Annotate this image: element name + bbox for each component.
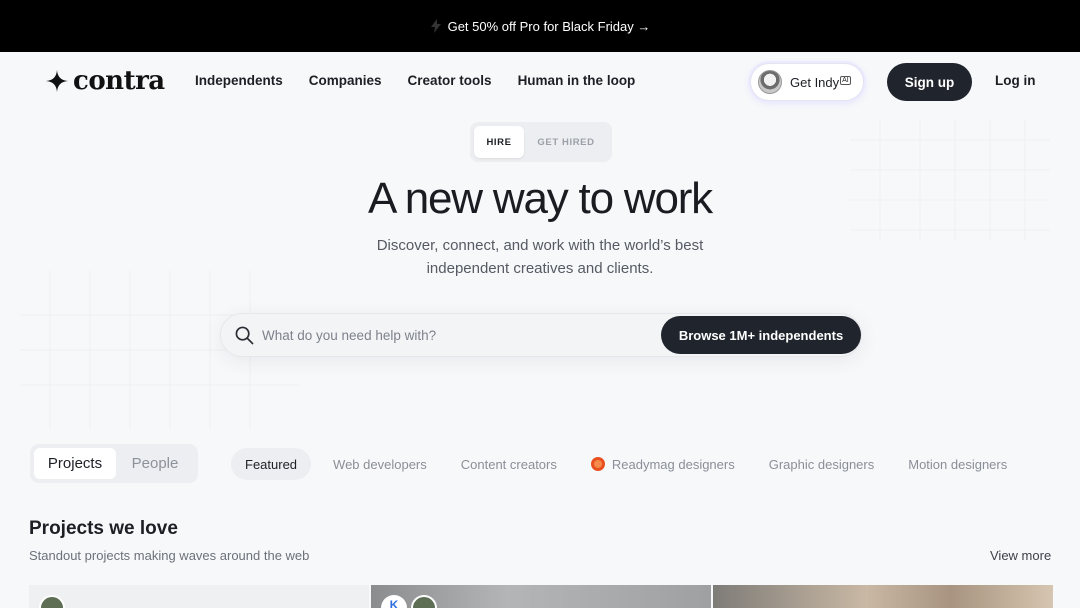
filter-motion-designers[interactable]: Motion designers (894, 448, 1021, 480)
top-navigation: contra Independents Companies Creator to… (0, 52, 1080, 112)
nav-link-companies[interactable]: Companies (309, 73, 382, 88)
sparkle-logo-icon (46, 70, 68, 92)
get-indy-label: Get Indy AI (790, 74, 851, 90)
nav-link-human-in-the-loop[interactable]: Human in the loop (518, 73, 636, 88)
browse-independents-button[interactable]: Browse 1M+ independents (661, 316, 861, 354)
contra-logo[interactable]: contra (46, 68, 165, 94)
nav-links: Independents Companies Creator tools Hum… (195, 73, 635, 88)
hero-subtitle: Discover, connect, and work with the wor… (376, 237, 704, 277)
search-bar: Browse 1M+ independents (220, 313, 862, 357)
lightning-icon (430, 19, 441, 33)
promo-text[interactable]: Get 50% off Pro for Black Friday → (448, 19, 651, 34)
ai-badge: AI (840, 75, 851, 85)
logo-wordmark: contra (73, 66, 165, 96)
filter-web-developers[interactable]: Web developers (319, 448, 441, 480)
readymag-icon (590, 457, 605, 471)
project-card[interactable] (29, 585, 369, 608)
projects-people-toggle: Projects People (30, 444, 198, 483)
nav-link-creator-tools[interactable]: Creator tools (408, 73, 492, 88)
search-input[interactable] (262, 327, 642, 343)
filter-readymag-designers[interactable]: Readymag designers (577, 448, 749, 480)
get-indy-button[interactable]: Get Indy AI (750, 63, 864, 101)
section-title: Projects we love (29, 518, 178, 539)
hire-toggle: HIRE GET HIRED (470, 122, 612, 162)
filter-content-creators[interactable]: Content creators (447, 448, 571, 480)
filter-graphic-designers[interactable]: Graphic designers (755, 448, 889, 480)
search-icon (235, 326, 254, 344)
category-filters: Featured Web developers Content creators… (231, 448, 1021, 480)
promo-banner[interactable]: Get 50% off Pro for Black Friday → (0, 0, 1080, 52)
project-card[interactable]: K (371, 585, 711, 608)
tab-projects[interactable]: Projects (34, 448, 116, 479)
hero-title: A new way to work (368, 174, 713, 223)
view-more-link[interactable]: View more (990, 548, 1051, 563)
creator-avatar[interactable] (39, 595, 65, 608)
tab-people[interactable]: People (116, 448, 194, 479)
nav-link-independents[interactable]: Independents (195, 73, 283, 88)
indy-avatar-icon (758, 70, 782, 94)
log-in-link[interactable]: Log in (995, 73, 1036, 88)
tab-get-hired[interactable]: GET HIRED (524, 126, 608, 158)
sign-up-button[interactable]: Sign up (887, 63, 972, 101)
tab-hire[interactable]: HIRE (474, 126, 524, 158)
brand-logo-icon: K (381, 595, 407, 608)
project-card[interactable] (713, 585, 1053, 608)
section-subtitle: Standout projects making waves around th… (29, 548, 310, 563)
filter-featured[interactable]: Featured (231, 448, 312, 480)
creator-avatar[interactable] (411, 595, 437, 608)
